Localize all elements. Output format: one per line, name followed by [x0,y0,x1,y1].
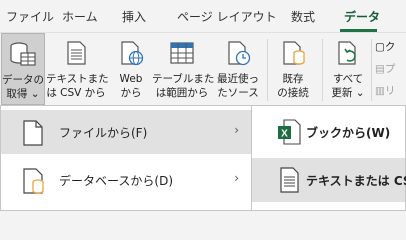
existing-connections-button[interactable]: 既存 の接続 [270,33,316,105]
refresh-all-button[interactable]: すべて 更新 ⌄ [326,33,370,105]
ribbon-tab-bar: ファイル ホーム 挿入 ページ レイアウト 数式 データ [0,0,406,32]
tab-insert[interactable]: 挿入 [122,8,146,25]
menu-item-from-text-csv[interactable]: テキストまたは CSV [252,158,406,202]
queries-connections-button[interactable]: ▢ク [375,39,395,54]
excel-workbook-icon: X [278,119,301,145]
from-web-label: Web から [119,73,143,99]
web-page-icon [121,41,144,66]
properties-button[interactable]: ▤プ [375,61,395,76]
recent-file-clock-icon [228,41,251,66]
menu-item-label: ファイルから(F) [59,126,148,140]
menu-item-from-database[interactable]: データベースから(D) › [1,158,251,202]
ribbon-separator [371,39,372,101]
from-web-button[interactable]: Web から [108,33,154,105]
text-file-icon [67,41,86,65]
get-data-menu: ファイルから(F) › データベースから(D) › [0,105,252,211]
menu-item-label: ブックから(W) [306,126,391,140]
database-file-icon [23,168,44,194]
properties-icon: ▤ [375,63,385,75]
recent-sources-button[interactable]: 最近使っ たソース [212,33,264,105]
submenu-arrow-icon: › [234,123,239,137]
from-table-range-label: テーブルまた は範囲から [152,73,215,99]
refresh-all-label: すべて 更新 ⌄ [331,73,365,99]
recent-sources-label: 最近使っ たソース [217,73,259,99]
tab-page-layout[interactable]: ページ レイアウト [177,8,277,25]
links-icon: ▥ [375,85,385,97]
ribbon-data-group: データの 取得 ⌄ テキストまたは CSV から Web から テーブルまた は… [0,32,406,107]
from-text-csv-label: テキストまたは CSV から [46,73,109,99]
get-data-button[interactable]: データの 取得 ⌄ [1,33,45,105]
from-table-range-button[interactable]: テーブルまた は範囲から [152,33,215,105]
tab-file[interactable]: ファイル [6,8,54,25]
database-table-icon [10,42,36,66]
existing-connections-icon [283,41,305,65]
file-icon [23,120,43,146]
text-file-icon [280,167,299,193]
submenu-arrow-icon: › [234,171,239,185]
menu-item-label: テキストまたは CSV [306,174,406,188]
svg-text:X: X [281,129,288,140]
queries-icon: ▢ [375,41,385,53]
tab-home[interactable]: ホーム [62,8,98,25]
menu-item-from-file[interactable]: ファイルから(F) › [1,110,251,154]
get-data-label: データの 取得 ⌄ [2,74,44,100]
tab-formulas[interactable]: 数式 [291,8,315,25]
ribbon-separator [267,39,268,101]
ribbon-separator [322,39,323,101]
edit-links-button[interactable]: ▥リ [375,83,395,98]
from-file-submenu: X ブックから(W) テキストまたは CSV [252,105,406,211]
refresh-icon [338,41,356,65]
existing-connections-label: 既存 の接続 [277,73,309,99]
from-text-csv-button[interactable]: テキストまたは CSV から [46,33,109,105]
table-icon [170,42,194,64]
menu-item-label: データベースから(D) [59,174,174,188]
menu-item-from-workbook[interactable]: X ブックから(W) [252,110,405,154]
tab-data[interactable]: データ [344,8,380,25]
